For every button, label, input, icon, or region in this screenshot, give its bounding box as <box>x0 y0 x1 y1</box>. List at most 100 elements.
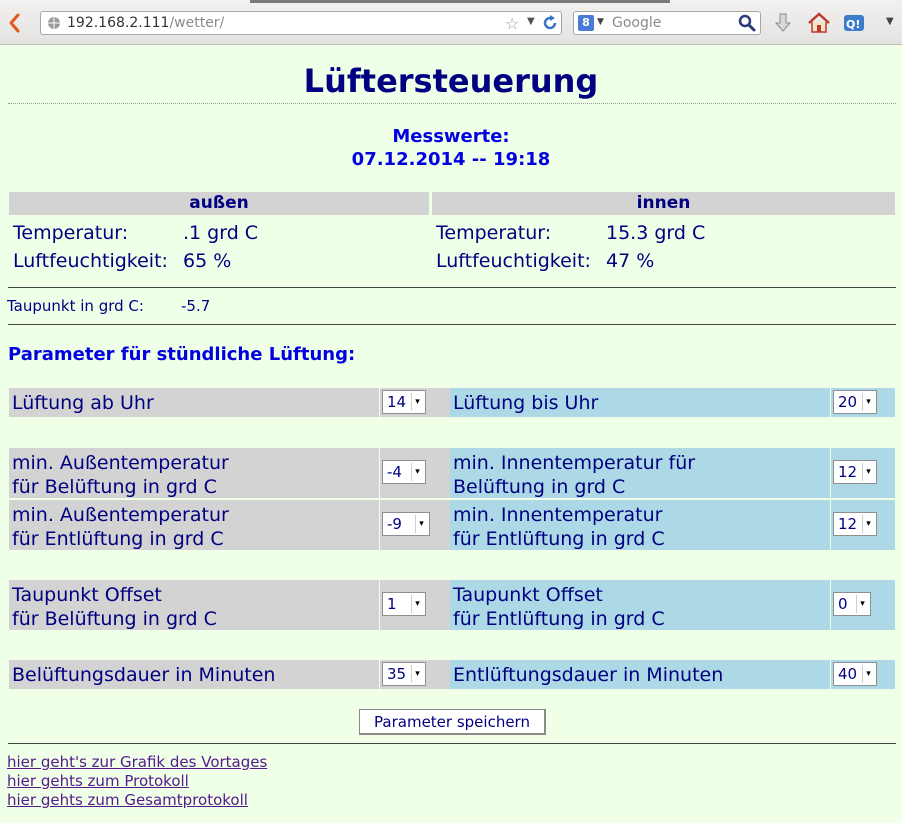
page-title: Lüftersteuerung <box>303 62 599 100</box>
inside-humidity-value: 47 % <box>606 250 655 272</box>
exhaust-duration-label: Entlüftungsdauer in Minuten <box>450 660 830 689</box>
chevron-down-icon: ▾ <box>862 393 874 411</box>
label-line: min. Außentemperatur <box>12 504 229 526</box>
link-previous-day-graph[interactable]: hier geht's zur Grafik des Vortages <box>7 753 267 771</box>
vent-end-cell: 20 ▾ <box>831 388 895 417</box>
chevron-down-icon: ▾ <box>862 665 874 683</box>
download-icon[interactable] <box>770 10 796 36</box>
min-inside-temp-aeration-label: min. Innentemperatur für Belüftung in gr… <box>450 448 830 498</box>
divider-line <box>8 287 896 288</box>
min-outside-temp-aeration-cell: -4 ▾ <box>380 448 450 498</box>
min-inside-temp-aeration-cell: 12 ▾ <box>831 448 895 498</box>
outside-temp-value: .1 grd C <box>183 222 259 244</box>
outside-humidity-label: Luftfeuchtigkeit: <box>13 250 168 272</box>
vent-end-select[interactable]: 20 ▾ <box>833 390 877 414</box>
chevron-down-icon: ▾ <box>411 463 423 481</box>
reload-icon[interactable] <box>541 14 559 32</box>
inside-header: innen <box>432 192 895 215</box>
label-line: für Entlüftung in grd C <box>453 528 665 550</box>
measurement-timestamp: 07.12.2014 -- 19:18 <box>351 149 551 170</box>
vent-start-label: Lüftung ab Uhr <box>9 388 379 417</box>
dewpoint-offset-exhaust-select[interactable]: 0 ▾ <box>833 592 871 616</box>
inside-temp-label: Temperatur: <box>436 222 552 244</box>
min-outside-temp-exhaust-label: min. Außentemperatur für Entlüftung in g… <box>9 500 379 550</box>
link-full-protocol[interactable]: hier gehts zum Gesamtprotokoll <box>7 791 248 809</box>
exhaust-duration-select[interactable]: 40 ▾ <box>833 662 877 686</box>
select-value: -9 <box>387 515 402 533</box>
outside-temp-label: Temperatur: <box>13 222 129 244</box>
select-value: 1 <box>387 595 397 613</box>
min-outside-temp-aeration-label: min. Außentemperatur für Belüftung in gr… <box>9 448 379 498</box>
select-value: 14 <box>387 393 407 411</box>
menu-dropdown-icon[interactable]: ▼ <box>886 16 894 27</box>
chevron-down-icon: ▾ <box>411 595 423 613</box>
min-inside-temp-exhaust-label: min. Innentemperatur für Entlüftung in g… <box>450 500 830 550</box>
home-icon[interactable] <box>806 10 832 36</box>
label-line: für Entlüftung in grd C <box>453 608 665 630</box>
label-line: min. Außentemperatur <box>12 452 229 474</box>
search-bar[interactable]: 8 ▼ Google <box>573 11 761 35</box>
vent-start-cell: 14 ▾ <box>380 388 450 417</box>
label-line: Taupunkt Offset <box>12 584 162 606</box>
select-value: 35 <box>387 665 407 683</box>
chevron-down-icon: ▾ <box>411 393 423 411</box>
min-inside-temp-aeration-select[interactable]: 12 ▾ <box>833 460 877 484</box>
title-divider <box>8 103 896 104</box>
globe-icon <box>48 17 60 29</box>
dewpoint-offset-exhaust-label: Taupunkt Offset für Entlüftung in grd C <box>450 580 830 630</box>
address-url: 192.168.2.111/wetter/ <box>67 15 224 31</box>
select-value: 0 <box>838 595 848 613</box>
select-value: 12 <box>838 515 858 533</box>
aeration-duration-select[interactable]: 35 ▾ <box>382 662 426 686</box>
aeration-duration-cell: 35 ▾ <box>380 660 450 689</box>
min-outside-temp-aeration-select[interactable]: -4 ▾ <box>382 460 426 484</box>
addon-q-icon[interactable]: Q! <box>842 10 868 36</box>
select-value: 20 <box>838 393 858 411</box>
chevron-down-icon: ▾ <box>856 595 868 613</box>
history-dropdown-icon[interactable]: ▼ <box>527 16 535 27</box>
label-line: Belüftung in grd C <box>453 476 626 498</box>
min-inside-temp-exhaust-select[interactable]: 12 ▾ <box>833 512 877 536</box>
url-path: /wetter/ <box>169 15 225 31</box>
min-outside-temp-exhaust-select[interactable]: -9 ▾ <box>382 512 430 536</box>
label-line: min. Innentemperatur für <box>453 452 696 474</box>
dewpoint-offset-aeration-select[interactable]: 1 ▾ <box>382 592 426 616</box>
label-line: Taupunkt Offset <box>453 584 603 606</box>
svg-text:Q!: Q! <box>846 18 860 31</box>
dewpoint-value: -5.7 <box>181 297 211 315</box>
google-engine-icon[interactable]: 8 <box>578 15 594 31</box>
outside-humidity-value: 65 % <box>183 250 232 272</box>
bookmark-star-icon[interactable]: ☆ <box>505 14 519 33</box>
dewpoint-offset-aeration-label: Taupunkt Offset für Belüftung in grd C <box>9 580 379 630</box>
messwerte-label: Messwerte: <box>392 126 510 147</box>
outside-header: außen <box>9 192 429 215</box>
select-value: 12 <box>838 463 858 481</box>
divider-line <box>8 324 896 325</box>
dewpoint-label: Taupunkt in grd C: <box>7 297 144 315</box>
link-protocol[interactable]: hier gehts zum Protokoll <box>7 772 189 790</box>
min-outside-temp-exhaust-cell: -9 ▾ <box>380 500 450 550</box>
chevron-down-icon: ▾ <box>415 515 427 533</box>
select-value: 40 <box>838 665 858 683</box>
search-icon[interactable] <box>738 14 756 32</box>
measurement-header: Messwerte: 07.12.2014 -- 19:18 <box>0 125 902 171</box>
vent-start-select[interactable]: 14 ▾ <box>382 390 426 414</box>
select-value: -4 <box>387 463 402 481</box>
params-heading: Parameter für stündliche Lüftung: <box>8 344 356 365</box>
label-line: für Belüftung in grd C <box>12 608 217 630</box>
save-parameters-button[interactable]: Parameter speichern <box>359 709 546 735</box>
aeration-duration-label: Belüftungsdauer in Minuten <box>9 660 379 689</box>
dewpoint-offset-aeration-cell: 1 ▾ <box>380 580 450 630</box>
tab-strip-edge <box>250 0 670 3</box>
back-arrow-icon[interactable] <box>4 12 26 34</box>
divider-line <box>8 743 896 744</box>
chevron-down-icon: ▾ <box>862 463 874 481</box>
label-line: für Belüftung in grd C <box>12 476 217 498</box>
inside-temp-value: 15.3 grd C <box>606 222 706 244</box>
engine-dropdown-icon[interactable]: ▼ <box>597 17 604 27</box>
url-host: 192.168.2.111 <box>67 15 170 31</box>
min-inside-temp-exhaust-cell: 12 ▾ <box>831 500 895 550</box>
chevron-down-icon: ▾ <box>411 665 423 683</box>
inside-humidity-label: Luftfeuchtigkeit: <box>436 250 591 272</box>
address-bar[interactable]: 192.168.2.111/wetter/ ☆ ▼ <box>40 11 562 35</box>
